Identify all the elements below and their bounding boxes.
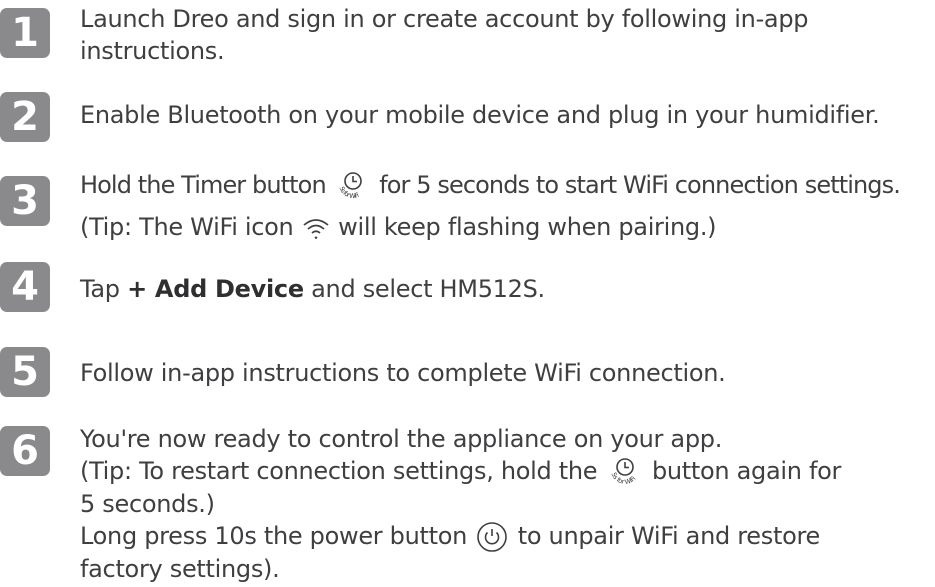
step-5-line-1: Follow in-app instructions to complete W… — [80, 359, 726, 387]
step-6-line-2: (Tip: To restart connection settings, ho… — [80, 455, 841, 488]
step-6-line-4-a: Long press 10s the power button — [80, 522, 475, 550]
step-4-badge: 4 — [0, 262, 50, 312]
step-2-badge: 2 — [0, 92, 50, 142]
power-icon — [474, 521, 510, 553]
step-3-line-2: (Tip: The WiFi icon will keep flashing w… — [80, 211, 900, 243]
step-5-badge: 5 — [0, 347, 50, 397]
step-5-text: Follow in-app instructions to complete W… — [80, 357, 726, 389]
step-3-line-1-a: Hold the Timer button — [80, 171, 333, 199]
timer-icon: 5s for WiFi — [333, 170, 373, 202]
step-6-line-5: factory settings). — [80, 555, 280, 583]
step-3-line-1: Hold the Timer button 5s for WiFi for 5 … — [80, 169, 901, 202]
step-3-line-2-b: will keep flashing when pairing.) — [330, 213, 717, 241]
timer-icon-label: 5s for WiFi — [609, 471, 637, 486]
step-1-badge: 1 — [0, 8, 50, 58]
svg-text:5s for WiFi: 5s for WiFi — [609, 471, 637, 486]
add-device-label: + Add Device — [127, 275, 304, 303]
step-1-text: Launch Dreo and sign in or create accoun… — [80, 3, 809, 67]
step-4-b: and select HM512S. — [303, 275, 545, 303]
step-3-badge: 3 — [0, 176, 50, 226]
step-6-line-2-b: button again for — [644, 457, 842, 485]
step-4-text: Tap + Add Device and select HM512S. — [80, 273, 545, 305]
step-6-text: You're now ready to control the applianc… — [80, 423, 841, 585]
step-1-line-2: instructions. — [80, 37, 225, 65]
step-1-line-1: Launch Dreo and sign in or create accoun… — [80, 5, 809, 33]
step-2-text: Enable Bluetooth on your mobile device a… — [80, 99, 880, 131]
timer-icon: 5s for WiFi — [605, 456, 645, 488]
step-4-a: Tap — [80, 275, 128, 303]
step-6-line-4-b: to unpair WiFi and restore — [510, 522, 821, 550]
step-6-badge: 6 — [0, 426, 50, 476]
step-6-line-2-a: (Tip: To restart connection settings, ho… — [80, 457, 605, 485]
step-2-line-1: Enable Bluetooth on your mobile device a… — [80, 101, 880, 129]
step-6-line-1: You're now ready to control the applianc… — [80, 425, 723, 453]
wifi-icon — [301, 216, 331, 240]
step-6-line-4: Long press 10s the power button to unpai… — [80, 520, 841, 553]
step-3-text: Hold the Timer button 5s for WiFi for 5 … — [80, 169, 901, 243]
step-3-line-1-b: for 5 seconds to start WiFi connection s… — [372, 171, 901, 199]
step-3-line-2-a: (Tip: The WiFi icon — [80, 213, 301, 241]
step-6-line-3: 5 seconds.) — [80, 490, 215, 518]
step-4-line-1: Tap + Add Device and select HM512S. — [80, 273, 545, 305]
